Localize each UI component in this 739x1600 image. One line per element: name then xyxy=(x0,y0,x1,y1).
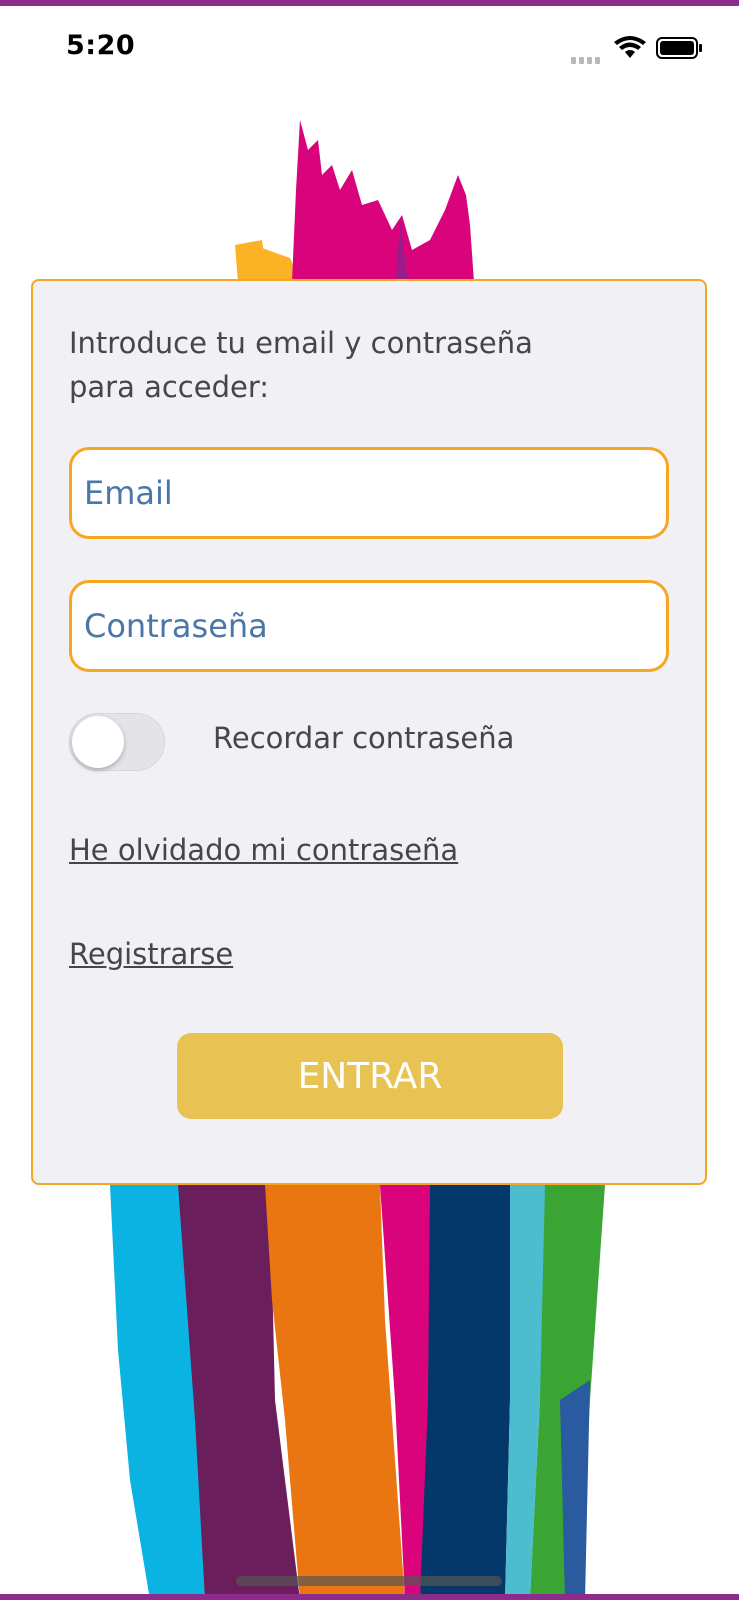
status-time: 5:20 xyxy=(66,30,136,61)
toggle-knob xyxy=(72,716,124,768)
battery-icon xyxy=(656,36,704,64)
password-field-container xyxy=(69,580,669,672)
enter-button[interactable]: ENTRAR xyxy=(177,1033,563,1119)
signal-icon xyxy=(571,50,605,69)
forgot-password-link[interactable]: He olvidado mi contraseña xyxy=(69,833,458,867)
email-field-container xyxy=(69,447,669,539)
home-indicator xyxy=(236,1576,502,1586)
status-bar: 5:20 xyxy=(0,6,739,88)
email-field[interactable] xyxy=(72,450,666,536)
login-instructions: Introduce tu email y contraseña para acc… xyxy=(69,326,533,404)
password-field[interactable] xyxy=(72,583,666,669)
remember-password-toggle[interactable] xyxy=(69,713,165,771)
bottom-frame-bar xyxy=(0,1594,739,1600)
register-link[interactable]: Registrarse xyxy=(69,937,233,971)
remember-password-label: Recordar contraseña xyxy=(213,721,515,755)
wifi-icon xyxy=(614,36,646,64)
login-card: Introduce tu email y contraseña para acc… xyxy=(31,279,707,1185)
